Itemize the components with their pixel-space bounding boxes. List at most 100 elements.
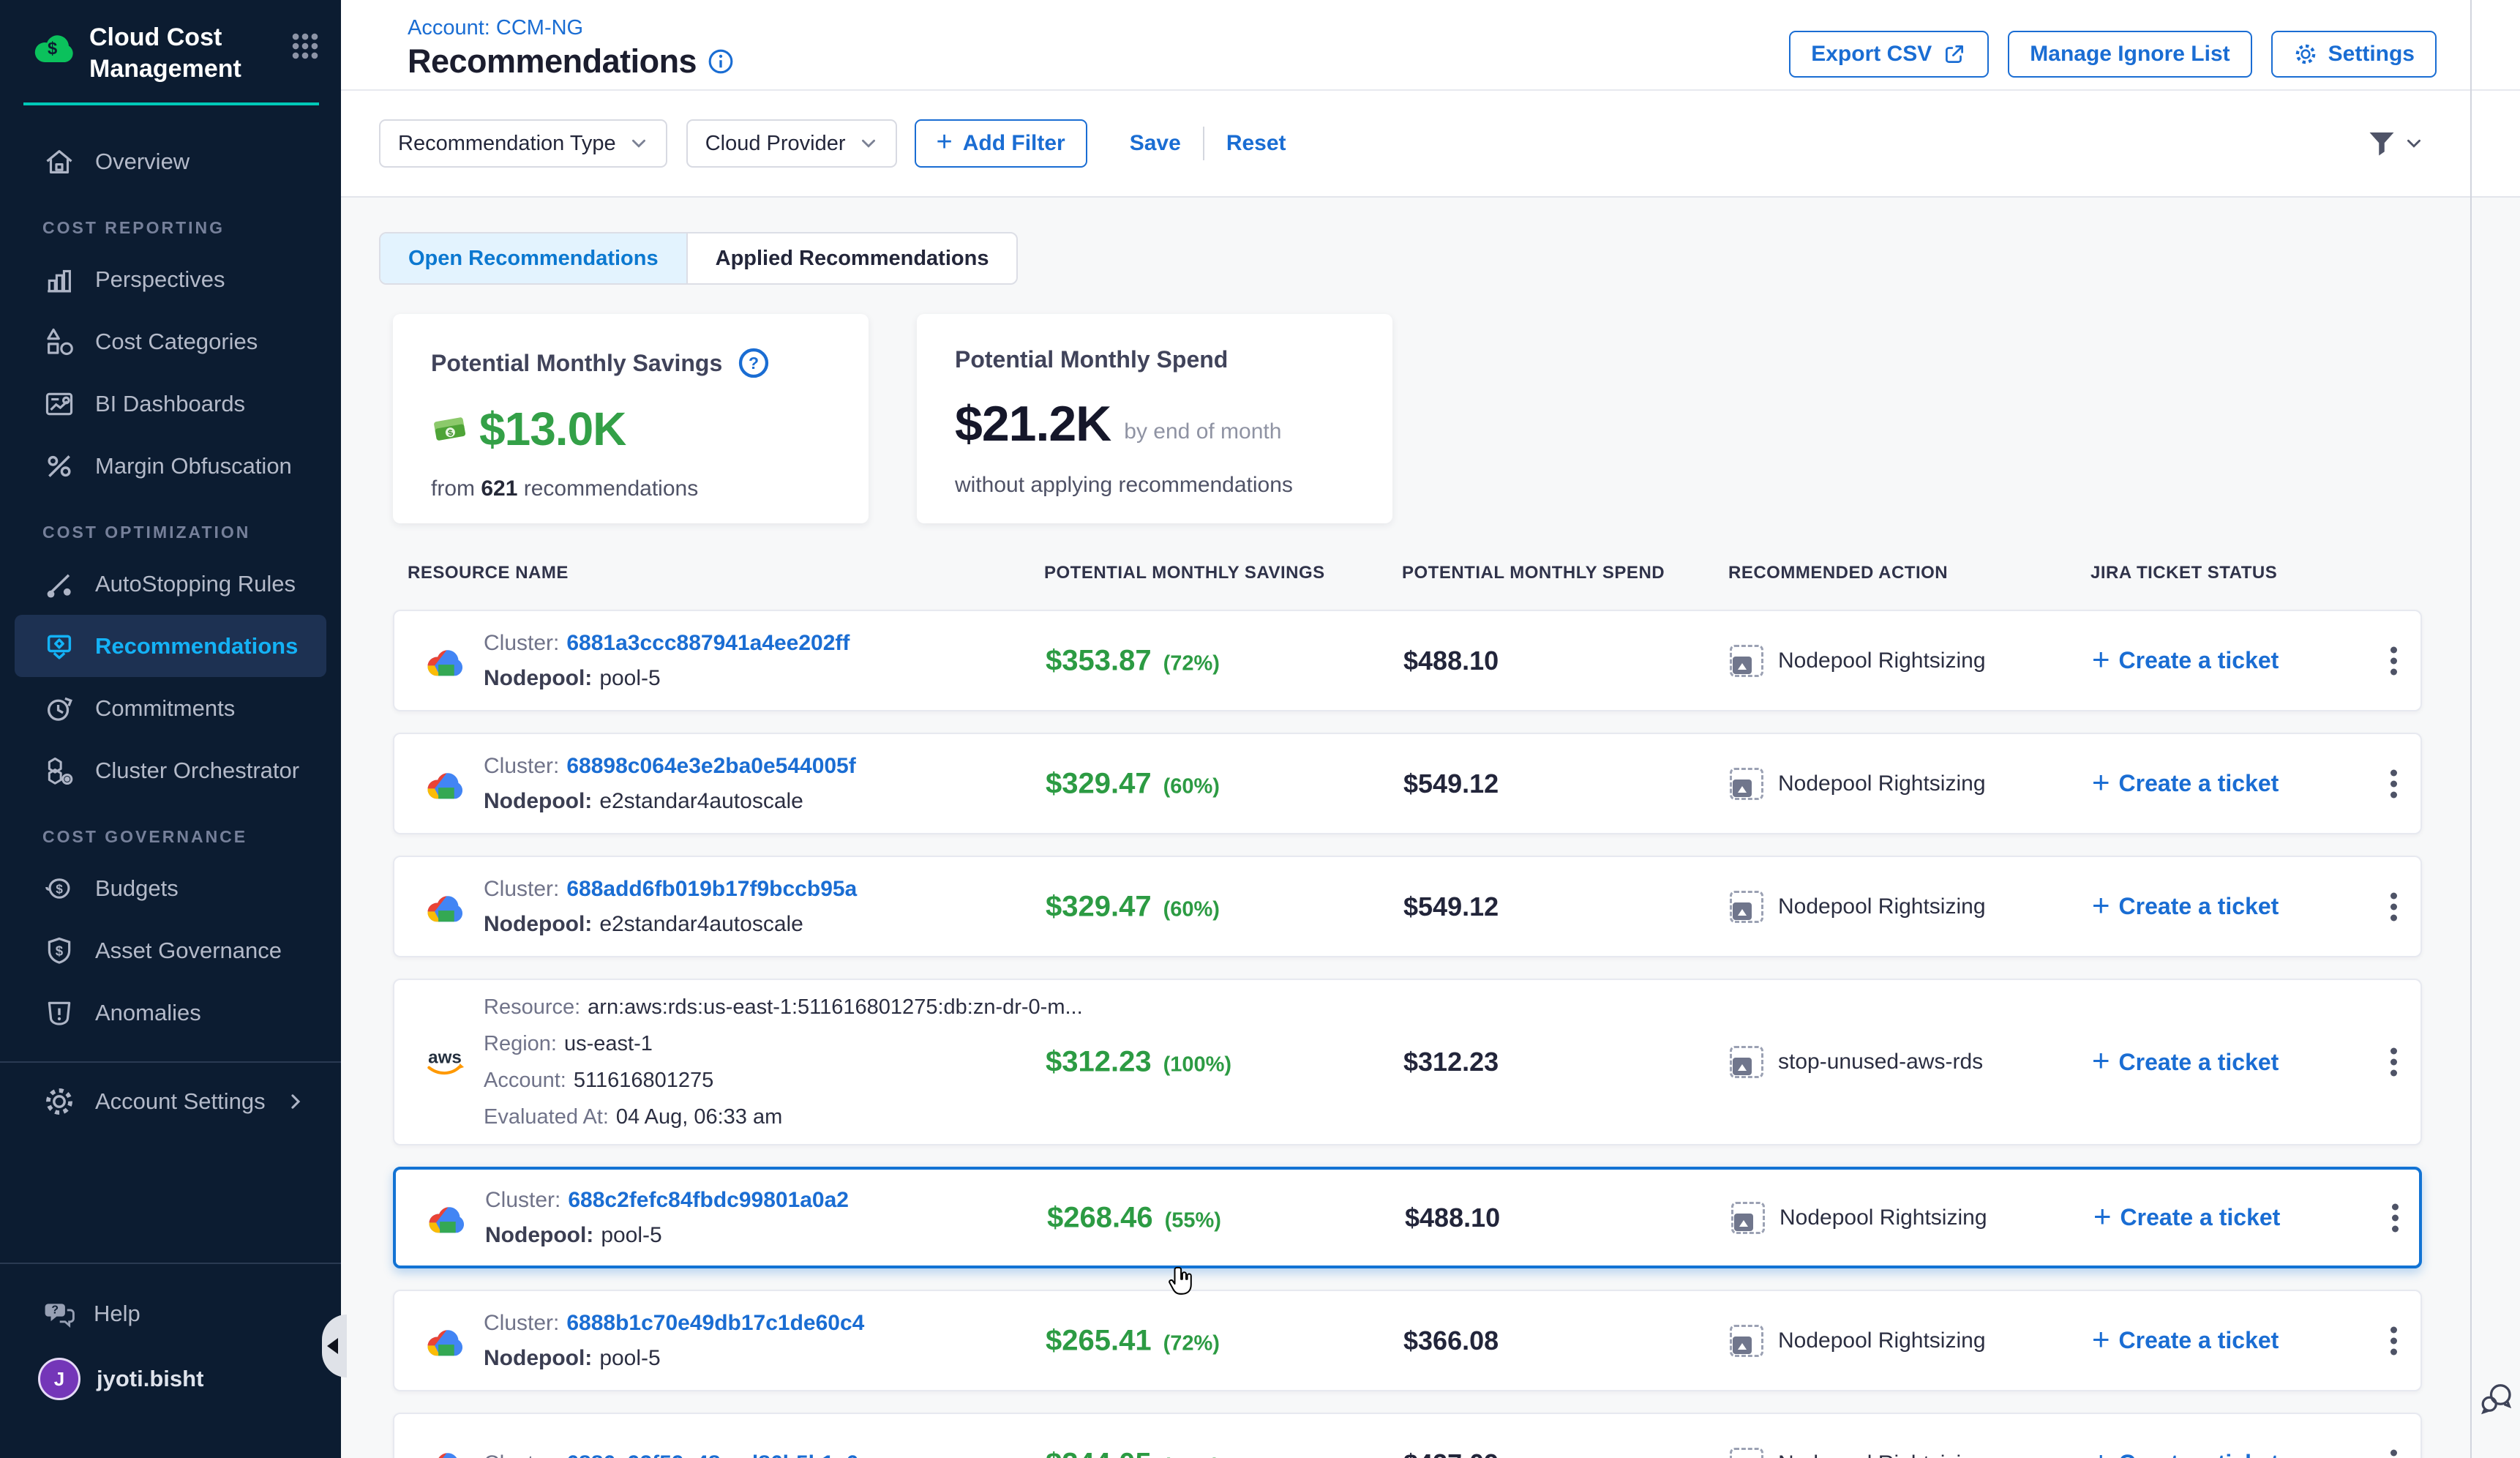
app-title: Cloud Cost Management: [89, 22, 288, 85]
recommendation-type-dropdown[interactable]: Recommendation Type: [379, 119, 667, 168]
settings-button[interactable]: Settings: [2271, 31, 2437, 78]
rightsizing-icon: [1730, 1448, 1763, 1458]
rightsizing-icon: [1730, 645, 1763, 677]
sidebar-item-anomalies[interactable]: Anomalies: [0, 982, 341, 1044]
sidebar-item-autostopping-rules[interactable]: AutoStopping Rules: [0, 553, 341, 615]
export-csv-button[interactable]: Export CSV: [1789, 31, 1989, 78]
col-potential-monthly-spend: POTENTIAL MONTHLY SPEND: [1402, 563, 1665, 583]
row-menu-button[interactable]: [2379, 638, 2408, 684]
monthly-savings: $265.41(72%): [1046, 1324, 1220, 1357]
save-filter-link[interactable]: Save: [1130, 131, 1181, 156]
app-switcher-grid-icon[interactable]: [288, 29, 322, 63]
money-stack-icon: [431, 410, 469, 448]
sidebar-item-account-settings[interactable]: Account Settings: [0, 1070, 341, 1132]
spend-amount: $21.2K: [955, 395, 1111, 452]
alert-icon: [42, 996, 76, 1030]
monthly-savings: $353.87(72%): [1046, 644, 1220, 677]
row-menu-button[interactable]: [2379, 1317, 2408, 1364]
page-title: Recommendations: [408, 42, 697, 81]
resource-name: Cluster:6888b1c70e49db17c1de60c4 Nodepoo…: [484, 1306, 864, 1376]
cluster-link[interactable]: 6886e92f59a48cad86b5b1c6: [566, 1451, 858, 1458]
scrollbar-track[interactable]: [2470, 0, 2472, 1458]
create-ticket-link[interactable]: +Create a ticket: [2092, 770, 2279, 798]
table-row-selected[interactable]: Cluster:688c2fefc84fbdc99801a0a2 Nodepoo…: [393, 1167, 2422, 1268]
sidebar-item-overview[interactable]: Overview: [0, 130, 341, 192]
monthly-spend: $549.12: [1403, 769, 1499, 799]
table-row[interactable]: Cluster:6881a3ccc887941a4ee202ff Nodepoo…: [393, 610, 2422, 711]
spend-caption: without applying recommendations: [955, 473, 1354, 498]
create-ticket-link[interactable]: +Create a ticket: [2092, 1048, 2279, 1076]
section-cost-governance: COST GOVERNANCE: [0, 801, 341, 857]
rightsizing-icon: [1730, 768, 1763, 800]
cluster-link[interactable]: 688c2fefc84fbdc99801a0a2: [568, 1188, 849, 1212]
monthly-spend: $312.23: [1403, 1047, 1499, 1077]
table-row[interactable]: Cluster:688add6fb019b17f9bccb95a Nodepoo…: [393, 856, 2422, 957]
avatar: J: [38, 1358, 80, 1400]
table-row[interactable]: Cluster:68898c064e3e2ba0e544005f Nodepoo…: [393, 733, 2422, 834]
mouse-cursor: [1166, 1263, 1200, 1301]
create-ticket-link[interactable]: +Create a ticket: [2092, 1327, 2279, 1355]
reset-filter-link[interactable]: Reset: [1226, 131, 1286, 156]
resource-name: Cluster:6881a3ccc887941a4ee202ff Nodepoo…: [484, 626, 850, 696]
monthly-savings: $329.47(60%): [1046, 890, 1220, 923]
row-menu-button[interactable]: [2379, 883, 2408, 930]
tab-applied-recommendations[interactable]: Applied Recommendations: [688, 233, 1017, 283]
help-chat-icon: [42, 1297, 76, 1331]
resource-name: Cluster:68898c064e3e2ba0e544005f Nodepoo…: [484, 749, 856, 819]
manage-ignore-list-button[interactable]: Manage Ignore List: [2008, 31, 2251, 78]
cluster-link[interactable]: 6881a3ccc887941a4ee202ff: [566, 631, 850, 655]
breadcrumb-account-link[interactable]: Account: CCM-NG: [408, 16, 583, 40]
create-ticket-link[interactable]: +Create a ticket: [2093, 1204, 2280, 1232]
page-header: Account: CCM-NG Recommendations Export C…: [341, 0, 2520, 91]
aws-icon: [421, 1042, 468, 1083]
cluster-link[interactable]: 688add6fb019b17f9bccb95a: [566, 877, 857, 901]
create-ticket-link[interactable]: +Create a ticket: [2092, 893, 2279, 921]
table-row[interactable]: Resource:arn:aws:rds:us-east-1:511616801…: [393, 979, 2422, 1145]
question-icon[interactable]: [737, 346, 770, 380]
row-menu-button[interactable]: [2379, 760, 2408, 807]
filter-panel-toggle[interactable]: [2366, 128, 2423, 159]
info-icon[interactable]: [707, 48, 735, 75]
table-row[interactable]: Cluster:6888b1c70e49db17c1de60c4 Nodepoo…: [393, 1290, 2422, 1391]
create-ticket-link[interactable]: +Create a ticket: [2092, 647, 2279, 675]
gcp-icon: [421, 763, 468, 804]
sidebar-item-cluster-orchestrator[interactable]: Cluster Orchestrator: [0, 739, 341, 801]
cluster-link[interactable]: 6888b1c70e49db17c1de60c4: [566, 1311, 864, 1335]
app-logo[interactable]: Cloud Cost Management: [0, 0, 341, 85]
sidebar-item-recommendations[interactable]: Recommendations: [15, 615, 326, 677]
row-menu-button[interactable]: [2379, 1039, 2408, 1085]
row-menu-button[interactable]: [2380, 1195, 2410, 1241]
sidebar-item-asset-governance[interactable]: Asset Governance: [0, 919, 341, 982]
rightsizing-icon: [1731, 1202, 1765, 1234]
sidebar-item-perspectives[interactable]: Perspectives: [0, 248, 341, 310]
sidebar-item-budgets[interactable]: Budgets: [0, 857, 341, 919]
table-header: RESOURCE NAME POTENTIAL MONTHLY SAVINGS …: [393, 563, 2422, 586]
monthly-spend: $488.10: [1403, 646, 1499, 676]
cloud-provider-dropdown[interactable]: Cloud Provider: [686, 119, 897, 168]
piggy-bank-icon: [42, 872, 76, 905]
sidebar-item-margin-obfuscation[interactable]: Margin Obfuscation: [0, 435, 341, 497]
create-ticket-link[interactable]: +Create a ticket: [2092, 1450, 2279, 1458]
add-filter-button[interactable]: + Add Filter: [915, 119, 1087, 168]
recommended-action: Nodepool Rightsizing: [1731, 1202, 1987, 1234]
section-cost-reporting: COST REPORTING: [0, 192, 341, 248]
support-chat-icon[interactable]: [2479, 1380, 2514, 1416]
page-content: Open Recommendations Applied Recommendat…: [341, 198, 2520, 1458]
help-button[interactable]: Help: [0, 1277, 341, 1350]
sidebar-item-cost-categories[interactable]: Cost Categories: [0, 310, 341, 373]
recommendations-icon: [42, 629, 76, 663]
gear-icon: [42, 1085, 76, 1118]
sidebar-item-bi-dashboards[interactable]: BI Dashboards: [0, 373, 341, 435]
resource-name: Cluster:688c2fefc84fbdc99801a0a2 Nodepoo…: [485, 1183, 849, 1253]
row-menu-button[interactable]: [2379, 1440, 2408, 1458]
savings-amount: $13.0K: [479, 402, 626, 456]
user-menu[interactable]: J jyoti.bisht: [0, 1358, 341, 1400]
sidebar-item-commitments[interactable]: Commitments: [0, 677, 341, 739]
cluster-link[interactable]: 68898c064e3e2ba0e544005f: [566, 754, 855, 778]
dashboard-icon: [42, 387, 76, 421]
tab-open-recommendations[interactable]: Open Recommendations: [380, 233, 688, 283]
table-row[interactable]: Cluster:6886e92f59a48cad86b5b1c6 $244.05…: [393, 1413, 2422, 1458]
plus-icon: +: [937, 128, 953, 156]
resource-name: Resource:arn:aws:rds:us-east-1:511616801…: [484, 989, 1083, 1135]
filter-bar: Recommendation Type Cloud Provider + Add…: [341, 91, 2520, 198]
